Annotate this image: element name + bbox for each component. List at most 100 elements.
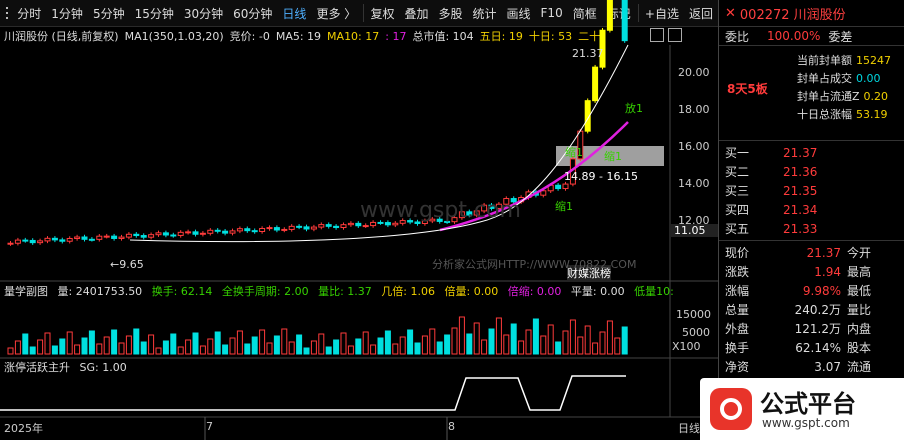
candle (303, 226, 310, 230)
stat-value: 62.14% (795, 340, 841, 355)
volume-bar (458, 316, 465, 355)
brand-name: 公式平台 (760, 390, 856, 418)
volume-bar (29, 346, 36, 355)
candle (606, 0, 613, 31)
candle (281, 228, 288, 231)
volume-bar (347, 345, 354, 355)
volume-bar (251, 336, 258, 355)
candle (111, 235, 118, 239)
xaxis-aug: 8 (448, 420, 455, 433)
volume-bar (495, 317, 502, 355)
weibi-value: 100.00% (767, 29, 821, 43)
quote-panel: ✕ 002272 川润股份 委比 100.00% 委差 8天5板 当前封单额 15… (718, 0, 904, 440)
bid-label: 买五 (725, 222, 750, 236)
candle (37, 240, 44, 244)
volume-bar (59, 338, 66, 355)
candle (177, 231, 184, 236)
suo-label-2: 缩1 (604, 150, 622, 163)
candle (222, 230, 229, 234)
sub2-sg: SG: 1.00 (79, 361, 127, 374)
bid-price: 21.34 (783, 202, 818, 217)
volume-bar (606, 320, 613, 355)
volume-bar (407, 329, 414, 355)
volume-bar (421, 335, 428, 355)
volume-bar (74, 344, 81, 355)
volume-bar (569, 319, 576, 355)
price-axis-tick: 16.00 (678, 140, 710, 153)
bid-row: 买五 21.33 (719, 219, 904, 238)
candle (192, 231, 199, 235)
volume-bar (7, 347, 14, 355)
fang-label: 放1 (625, 102, 643, 115)
price-axis-tick: 14.00 (678, 177, 710, 190)
bid-price: 21.36 (783, 164, 818, 179)
volume-bar (111, 329, 118, 355)
volume-bar (259, 329, 266, 355)
candle (74, 236, 81, 239)
candle (22, 239, 29, 242)
volume-bar (281, 328, 288, 355)
candle (333, 225, 340, 229)
volume-bar (207, 338, 214, 355)
volume-bar (177, 346, 184, 355)
volume-bar (51, 345, 58, 355)
volume-bar (392, 343, 399, 355)
bid-row: 买三 21.35 (719, 181, 904, 200)
candle (214, 229, 221, 232)
volume-bar (466, 333, 473, 355)
volume-bar (584, 325, 591, 355)
stock-code: 002272 川润股份 (739, 7, 846, 23)
candle (259, 227, 266, 233)
bid-price: 21.33 (783, 221, 818, 236)
candle (266, 227, 273, 230)
stat-label: 现价 (725, 246, 750, 260)
close-icon[interactable]: ✕ (725, 6, 736, 21)
volume-bar (377, 337, 384, 355)
bid-label: 买三 (725, 184, 750, 198)
volume-bar (384, 330, 391, 355)
seal-block: 8天5板 当前封单额 15247 封单占成交 0.00 封单占流通Z 0.20 十日总涨幅 5… (719, 46, 904, 141)
sub1-axis-2: X100 (672, 340, 701, 353)
candle (81, 236, 88, 240)
stat-label: 外盘 (725, 322, 750, 336)
stat-row: 涨幅 9.98% 最低 (719, 281, 904, 300)
candle (355, 222, 362, 227)
candle (96, 235, 103, 240)
candle (273, 227, 280, 231)
volume-bar (510, 323, 517, 355)
volume-bar (236, 330, 243, 355)
seal-value: 53.19 (856, 108, 888, 121)
volume-bar (444, 334, 451, 355)
watermark: www.gspt.com (360, 198, 521, 223)
bid-label: 买一 (725, 146, 750, 160)
candle (88, 238, 95, 241)
sub1-jibei: 几倍: 1.06 (381, 285, 435, 298)
volume-bar (429, 328, 436, 355)
seal-row: 封单占流通Z 0.20 (797, 88, 888, 104)
stat-label: 总量 (725, 303, 750, 317)
stat-right-label: 流通 (847, 360, 872, 374)
volume-bar (192, 332, 199, 355)
volume-bar (562, 330, 569, 355)
sub1-pingliang: 平量: 0.00 (570, 285, 625, 298)
bid-row: 买二 21.36 (719, 162, 904, 181)
volume-bar (599, 331, 606, 355)
candle (125, 233, 132, 238)
stat-label: 换手 (725, 341, 750, 355)
sub1-info: 量学副图 量: 2401753.50 换手: 62.14 全换手周期: 2.00… (4, 283, 674, 299)
volume-bar (547, 324, 554, 355)
bid-price: 21.35 (783, 183, 818, 198)
suo-label-1: 缩1 (565, 146, 583, 159)
volume-bar (155, 347, 162, 355)
candle (318, 224, 325, 228)
volume-bar (296, 334, 303, 355)
candle (325, 224, 332, 227)
sub2-title: 涨停活跃主升 (4, 361, 70, 374)
sub1-axis-0: 15000 (676, 308, 711, 321)
candle (133, 233, 140, 237)
sub2-info: 涨停活跃主升 SG: 1.00 (4, 359, 127, 375)
volume-bar (451, 327, 458, 355)
volume-bar (214, 331, 221, 355)
volume-bar (88, 330, 95, 355)
stat-value: 3.07 (814, 359, 841, 374)
